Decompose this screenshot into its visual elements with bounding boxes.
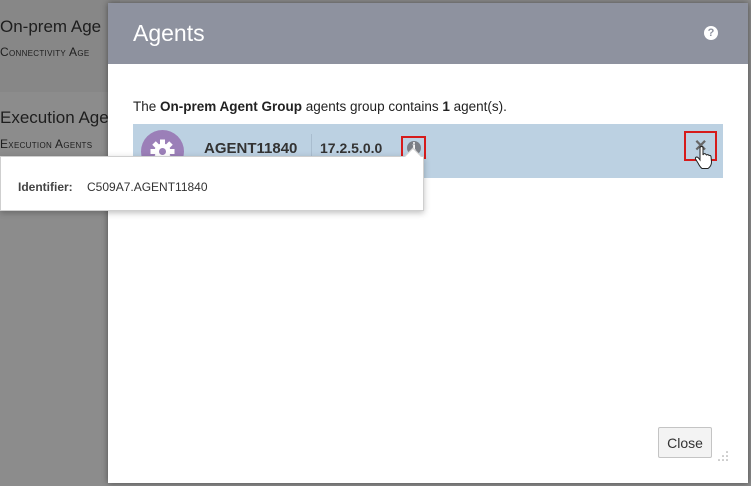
- agent-group-card-onprem[interactable]: On-prem Age Connectivity Age: [0, 0, 120, 92]
- dialog-title: Agents: [133, 20, 205, 46]
- summary-prefix: The: [133, 99, 161, 114]
- card-subtitle: Connectivity Age: [0, 45, 90, 59]
- identifier-value: C509A7.AGENT11840: [87, 180, 208, 194]
- identifier-label: Identifier:: [18, 180, 73, 194]
- card-subtitle: Execution Agents: [0, 137, 93, 151]
- identifier-tooltip: Identifier: C509A7.AGENT11840: [0, 147, 424, 211]
- summary-group-name: On-prem Agent Group: [160, 99, 303, 114]
- help-icon[interactable]: ?: [704, 26, 718, 40]
- card-title: On-prem Age: [0, 17, 102, 36]
- summary-count: 1: [442, 99, 450, 114]
- agent-name: AGENT11840: [204, 140, 298, 157]
- card-title: Execution Age: [0, 108, 109, 127]
- dialog-header: Agents ?: [108, 3, 748, 64]
- agents-dialog: Agents ? The On-prem Agent Group agents …: [108, 3, 748, 483]
- resize-grip-icon[interactable]: [718, 451, 728, 461]
- summary-suffix: agent(s).: [449, 99, 507, 114]
- agent-version: 17.2.5.0.0: [320, 140, 383, 156]
- hand-cursor-icon: [694, 146, 713, 169]
- summary-middle: agents group contains: [302, 99, 443, 114]
- agents-summary: The On-prem Agent Group agents group con…: [133, 99, 507, 114]
- close-button[interactable]: Close: [658, 427, 712, 458]
